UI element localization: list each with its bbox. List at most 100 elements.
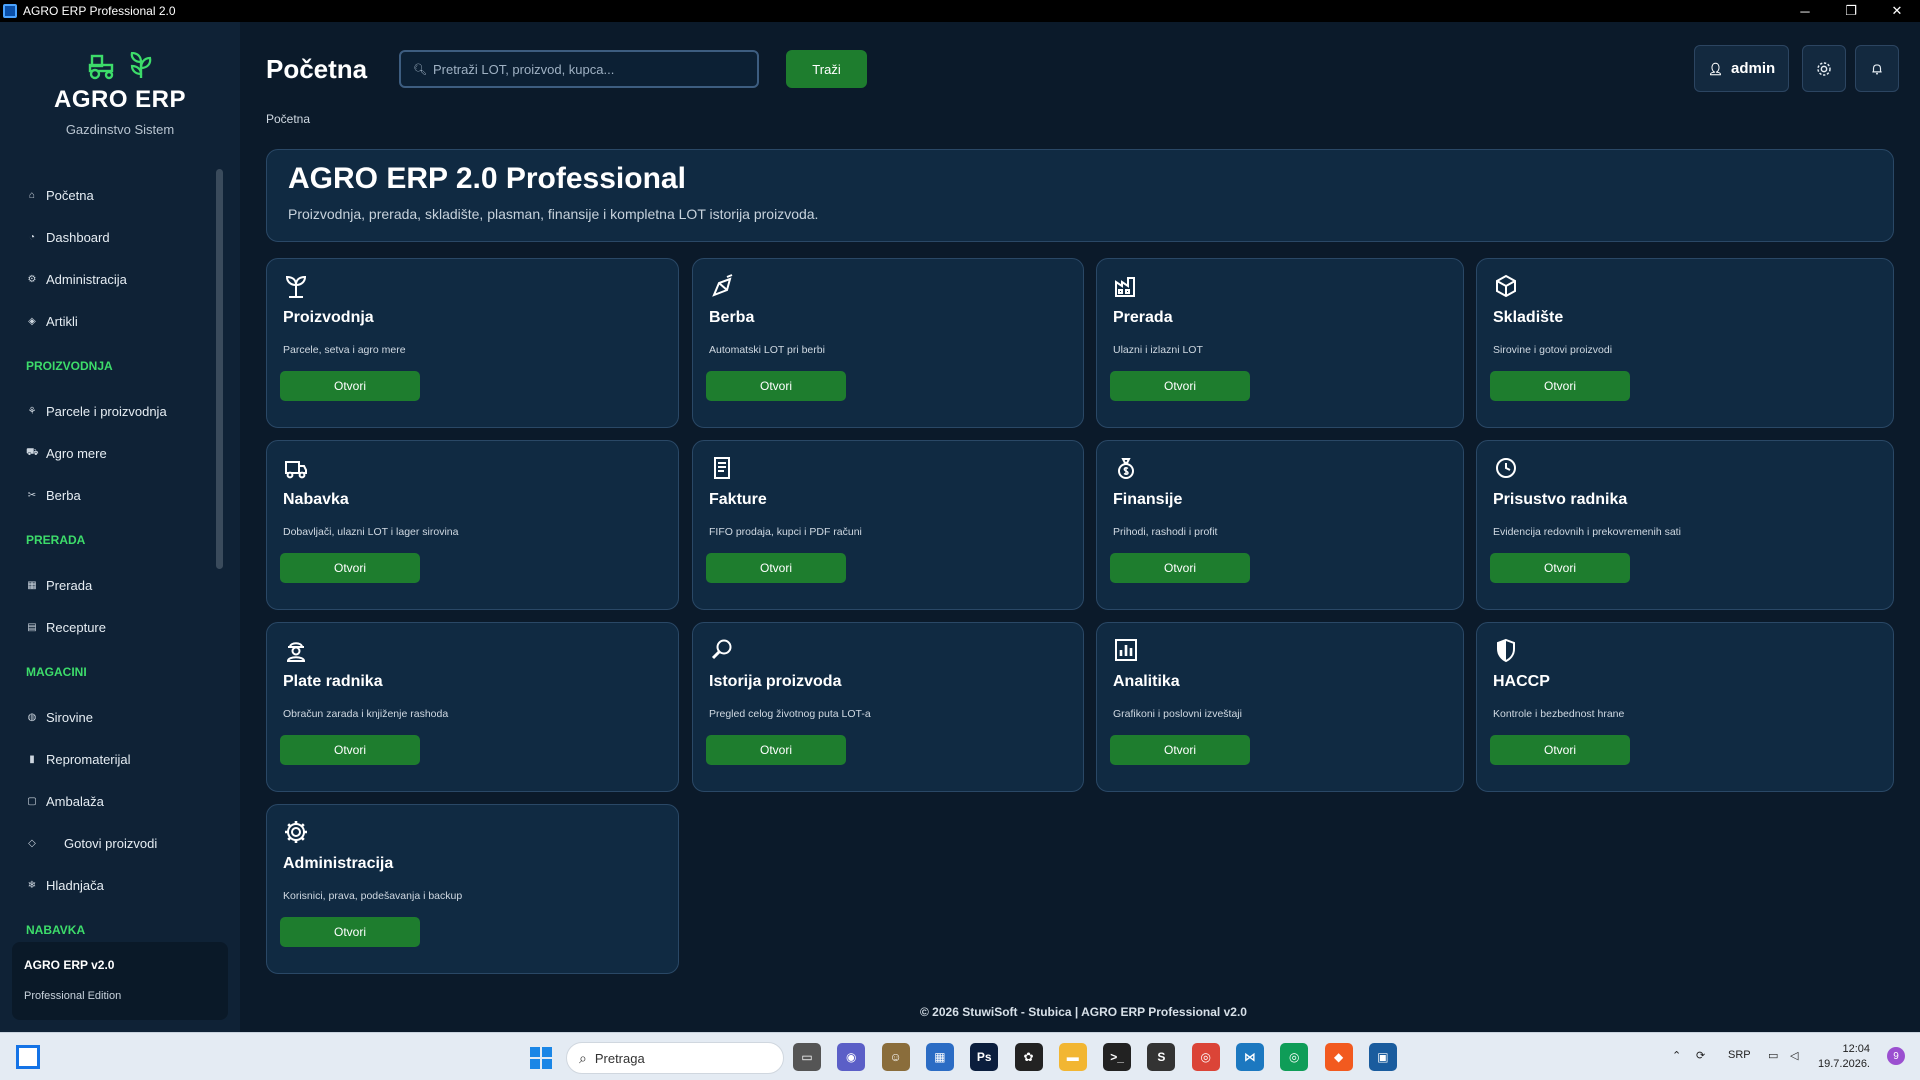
taskbar-search[interactable]: ⌕ Pretraga [566, 1042, 784, 1074]
module-card: Istorija proizvoda Pregled celog životnog… [692, 622, 1084, 792]
window-title: AGRO ERP Professional 2.0 [23, 4, 176, 18]
package-icon [1496, 274, 1516, 298]
taskbar-app-chrome-profile-icon[interactable]: ◎ [1280, 1043, 1309, 1071]
sidebar-item-label: Agro mere [46, 445, 107, 461]
version-box: AGRO ERP v2.0 Professional Edition [12, 942, 228, 1020]
module-open-button[interactable]: Otvori [280, 917, 420, 947]
sidebar-item-7[interactable]: ✂ Berba [0, 474, 215, 516]
module-open-button[interactable]: Otvori [280, 371, 420, 401]
sidebar-item-9[interactable]: ▦ Prerada [0, 564, 215, 606]
clock-icon [1496, 458, 1516, 478]
module-open-button[interactable]: Otvori [706, 371, 846, 401]
tray-chevron-icon[interactable]: ⌃ [1672, 1049, 1681, 1062]
leaves-icon [130, 52, 152, 78]
taskbar-app-meet-icon[interactable]: ◉ [837, 1043, 866, 1071]
module-title: Prerada [1113, 309, 1173, 326]
factory-icon [1115, 277, 1135, 297]
sidebar-item-14[interactable]: ▢ Ambalaža [0, 780, 215, 822]
page-title: Početna [266, 54, 368, 84]
sidebar-item-label: Sirovine [46, 709, 93, 725]
taskbar-app-file-explorer-icon[interactable]: ▭ [793, 1043, 821, 1071]
module-open-button[interactable]: Otvori [706, 553, 846, 583]
hero-title: AGRO ERP 2.0 Professional [288, 162, 686, 195]
breadcrumb[interactable]: Početna [266, 112, 310, 126]
sidebar-item-12[interactable]: ◍ Sirovine [0, 696, 215, 738]
taskbar-app-avatar-icon[interactable]: ☺ [881, 1043, 910, 1071]
sidebar-item-label: Dashboard [46, 229, 110, 245]
gear-icon [285, 821, 307, 843]
sidebar-item-label: Gotovi proizvodi [64, 835, 158, 851]
sidebar-item-15[interactable]: ◇ Gotovi proizvodi [0, 822, 215, 864]
module-open-button[interactable]: Otvori [280, 553, 420, 583]
sidebar-section-proizvodnja: PROIZVODNJA [26, 359, 113, 373]
taskbar-app-vscode-icon[interactable]: ⋈ [1236, 1043, 1264, 1071]
harvest-icon: ✂ [27, 489, 37, 501]
module-open-button[interactable]: Otvori [1110, 553, 1250, 583]
maximize-button[interactable]: ❐ [1828, 0, 1874, 22]
module-description: Grafikoni i poslovni izveštaji [1113, 708, 1242, 720]
widgets-icon[interactable] [16, 1045, 40, 1069]
hero-banner: AGRO ERP 2.0 Professional Proizvodnja, p… [266, 149, 1894, 242]
gear-icon: ⚙ [27, 273, 37, 285]
tractor-icon [88, 54, 114, 80]
taskbar-app-terminal-icon[interactable]: >_ [1103, 1043, 1132, 1071]
sprout-icon [285, 275, 307, 298]
language-indicator[interactable]: SRP [1728, 1049, 1751, 1061]
module-open-button[interactable]: Otvori [1490, 371, 1630, 401]
volume-icon[interactable]: ◁ [1790, 1049, 1798, 1062]
module-open-button[interactable]: Otvori [1490, 735, 1630, 765]
taskbar-search-label: Pretraga [594, 1050, 645, 1066]
search-box[interactable]: 🔍︎ [399, 50, 759, 88]
clock[interactable]: 12:04 19.7.2026. [1818, 1042, 1870, 1072]
sidebar-item-6[interactable]: ⛟ Agro mere [0, 432, 215, 474]
sidebar-item-5[interactable]: ⚘ Parcele i proizvodnja [0, 390, 215, 432]
search-input[interactable] [432, 61, 733, 77]
module-open-button[interactable]: Otvori [1490, 553, 1630, 583]
close-button[interactable]: ✕ [1874, 0, 1920, 22]
settings-button[interactable] [1802, 45, 1846, 92]
module-title: Skladište [1493, 309, 1564, 326]
network-icon[interactable]: ▭ [1768, 1049, 1778, 1062]
search-button[interactable]: Traži [786, 50, 867, 88]
module-open-button[interactable]: Otvori [1110, 371, 1250, 401]
recipe-icon: ▤ [27, 621, 37, 633]
taskbar-app-store-icon[interactable]: ▦ [925, 1043, 954, 1071]
sidebar-item-label: Prerada [46, 577, 93, 593]
logo: AGRO ERP Gazdinstvo Sistem [0, 52, 240, 137]
sidebar-item-10[interactable]: ▤ Recepture [0, 606, 215, 648]
module-description: Evidencija redovnih i prekovremenih sati [1493, 526, 1681, 538]
truck-icon [285, 461, 307, 479]
sidebar-item-label: Recepture [46, 619, 106, 635]
module-description: Parcele, setva i agro mere [283, 344, 406, 356]
module-open-button[interactable]: Otvori [706, 735, 846, 765]
module-card: Analitika Grafikoni i poslovni izveštaji O… [1096, 622, 1464, 792]
notifications-button[interactable] [1855, 45, 1899, 92]
taskbar-app-chatgpt-icon[interactable]: ✿ [1014, 1043, 1043, 1071]
taskbar-app-folder-icon[interactable]: ▬ [1058, 1043, 1087, 1071]
sidebar-item-0[interactable]: ⌂ Početna [0, 174, 215, 216]
taskbar-app-brave-icon[interactable]: ◆ [1324, 1043, 1353, 1071]
bell-icon [1872, 63, 1882, 75]
sidebar-item-13[interactable]: ▮ Repromaterijal [0, 738, 215, 780]
taskbar-app-agro-erp-icon[interactable]: ▣ [1368, 1043, 1397, 1071]
taskbar-app-photoshop-icon[interactable]: Ps [970, 1043, 999, 1071]
start-button[interactable] [530, 1047, 552, 1069]
sidebar-item-3[interactable]: ◈ Artikli [0, 300, 215, 342]
invoice-icon [714, 457, 730, 479]
notification-badge[interactable]: 9 [1887, 1047, 1905, 1065]
sync-icon[interactable]: ⟳ [1696, 1049, 1705, 1062]
module-open-button[interactable]: Otvori [280, 735, 420, 765]
taskbar-app-s-app-icon[interactable]: S [1147, 1043, 1176, 1071]
sidebar-item-1[interactable]: ◔ Dashboard [0, 216, 215, 258]
sidebar-item-label: Repromaterijal [46, 751, 131, 767]
module-card: Prisustvo radnika Evidencija redovnih i p… [1476, 440, 1894, 610]
sidebar-item-16[interactable]: ❄ Hladnjača [0, 864, 215, 906]
sidebar-item-2[interactable]: ⚙ Administracija [0, 258, 215, 300]
search-icon: ⌕ [579, 1049, 587, 1066]
taskbar-app-chrome-icon[interactable]: ◎ [1191, 1043, 1220, 1071]
bottle-icon: ▮ [29, 753, 35, 765]
user-menu-button[interactable]: 👤︎ admin [1694, 45, 1789, 92]
minimize-button[interactable]: ─ [1782, 0, 1828, 22]
sidebar-scrollbar[interactable] [216, 169, 223, 569]
module-open-button[interactable]: Otvori [1110, 735, 1250, 765]
